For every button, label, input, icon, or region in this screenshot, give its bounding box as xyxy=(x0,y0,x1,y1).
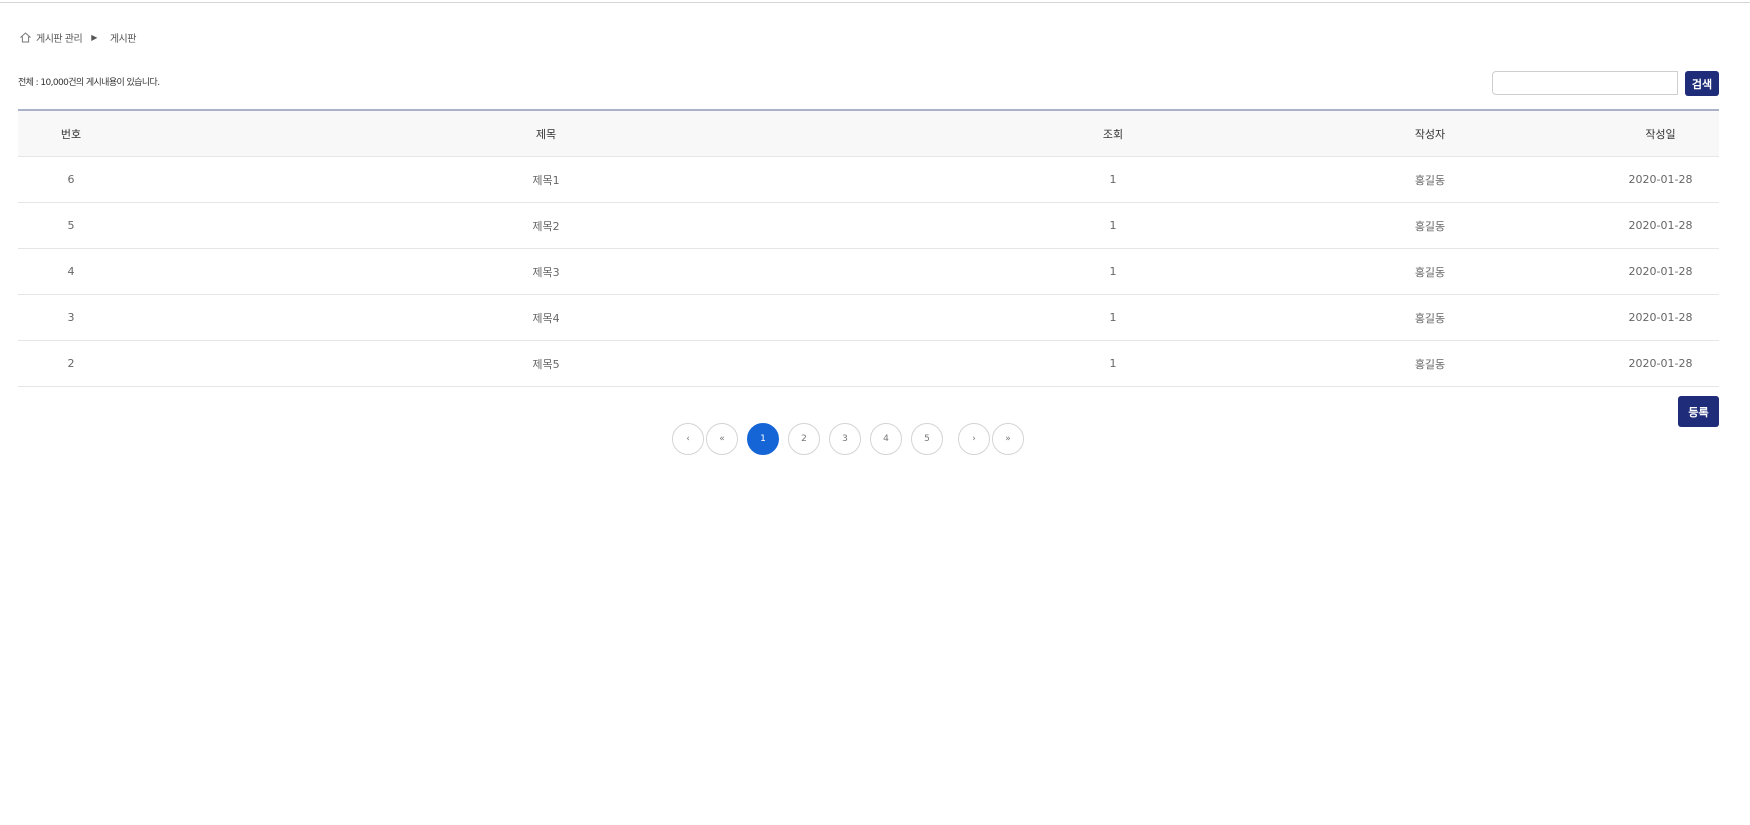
cell-author: 홍길동 xyxy=(1414,265,1446,279)
cell-author: 홍길동 xyxy=(1414,173,1446,187)
cell-date: 2020-01-28 xyxy=(1628,311,1693,324)
cell-number: 2 xyxy=(67,357,75,370)
cell-title-link[interactable]: 제목1 xyxy=(124,172,968,188)
cell-author: 홍길동 xyxy=(1414,311,1446,325)
cell-title-link[interactable]: 제목5 xyxy=(124,356,968,372)
cell-date: 2020-01-28 xyxy=(1628,173,1693,186)
search-button[interactable]: 검색 xyxy=(1685,71,1719,96)
cell-views: 1 xyxy=(1109,265,1117,278)
top-divider xyxy=(0,2,1750,3)
cell-views: 1 xyxy=(1109,173,1117,186)
cell-author: 홍길동 xyxy=(1414,357,1446,371)
cell-date: 2020-01-28 xyxy=(1628,265,1693,278)
cell-date: 2020-01-28 xyxy=(1628,357,1693,370)
page-button-3[interactable]: 3 xyxy=(829,423,861,455)
first-page-button[interactable]: « xyxy=(706,423,738,455)
cell-number: 5 xyxy=(67,219,75,232)
page-button-5[interactable]: 5 xyxy=(911,423,943,455)
total-count-text: 전체 : 10,000건의 게시내용이 있습니다. xyxy=(18,78,160,88)
cell-date: 2020-01-28 xyxy=(1628,219,1693,232)
cell-title-link[interactable]: 제목2 xyxy=(124,218,968,234)
header-title: 제목 xyxy=(535,127,557,141)
register-button[interactable]: 등록 xyxy=(1678,396,1719,427)
cell-number: 3 xyxy=(67,311,75,324)
cell-title-link[interactable]: 제목3 xyxy=(124,264,968,280)
cell-title-link[interactable]: 제목4 xyxy=(124,310,968,326)
table-row[interactable]: 5 제목2 1 홍길동 2020-01-28 xyxy=(18,203,1719,249)
prev-page-button[interactable]: ‹ xyxy=(672,423,704,455)
cell-views: 1 xyxy=(1109,311,1117,324)
search-input[interactable] xyxy=(1492,71,1678,95)
table-row[interactable]: 3 제목4 1 홍길동 2020-01-28 xyxy=(18,295,1719,341)
cell-views: 1 xyxy=(1109,219,1117,232)
home-icon[interactable] xyxy=(20,32,31,43)
table-row[interactable]: 6 제목1 1 홍길동 2020-01-28 xyxy=(18,157,1719,203)
page-button-1[interactable]: 1 xyxy=(747,423,779,455)
board-table: 번호 제목 조회 작성자 작성일 6 제목1 1 홍길동 2020-01-28 … xyxy=(18,109,1719,387)
cell-number: 4 xyxy=(67,265,75,278)
next-page-button[interactable]: › xyxy=(958,423,990,455)
table-row[interactable]: 4 제목3 1 홍길동 2020-01-28 xyxy=(18,249,1719,295)
header-author: 작성자 xyxy=(1414,127,1446,141)
page-button-4[interactable]: 4 xyxy=(870,423,902,455)
cell-views: 1 xyxy=(1109,357,1117,370)
cell-author: 홍길동 xyxy=(1414,219,1446,233)
header-number: 번호 xyxy=(60,127,82,141)
header-views: 조회 xyxy=(1102,127,1124,141)
table-row[interactable]: 2 제목5 1 홍길동 2020-01-28 xyxy=(18,341,1719,387)
page-button-2[interactable]: 2 xyxy=(788,423,820,455)
cell-number: 6 xyxy=(67,173,75,186)
breadcrumb-separator-icon: ▶ xyxy=(91,33,97,42)
breadcrumb: 게시판 관리 ▶ 게시판 xyxy=(20,30,136,45)
breadcrumb-item-board-admin[interactable]: 게시판 관리 xyxy=(36,30,83,45)
header-date: 작성일 xyxy=(1645,127,1676,141)
last-page-button[interactable]: » xyxy=(992,423,1024,455)
table-header-row: 번호 제목 조회 작성자 작성일 xyxy=(18,111,1719,157)
breadcrumb-item-board[interactable]: 게시판 xyxy=(110,30,137,45)
